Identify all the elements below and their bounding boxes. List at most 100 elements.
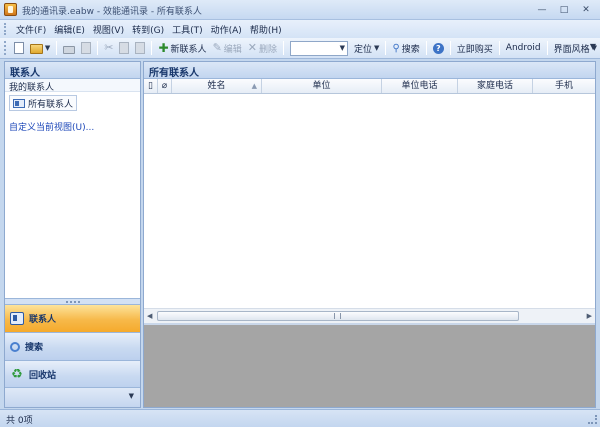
android-button[interactable]: Android — [503, 40, 544, 57]
help-button[interactable]: ? — [430, 40, 447, 57]
menu-grip[interactable] — [4, 23, 7, 35]
menu-goto[interactable]: 转到(G) — [128, 23, 168, 36]
chevron-down-icon[interactable]: ▼ — [340, 44, 345, 52]
close-button[interactable]: ✕ — [576, 2, 596, 17]
print-preview-button[interactable] — [78, 40, 94, 57]
menu-tools[interactable]: 工具(T) — [168, 23, 207, 36]
help-icon: ? — [432, 42, 444, 54]
maximize-button[interactable]: □ — [554, 2, 574, 17]
horizontal-scrollbar[interactable]: ◀ ▶ — [144, 308, 595, 323]
nav-search-button[interactable]: 搜索 — [5, 332, 140, 360]
grid-header: ▯ ⌀ 姓名 ▲ 单位 单位电话 家庭电话 手机 — [144, 79, 595, 94]
status-bar: 共 0项 — [0, 409, 600, 427]
column-name-label: 姓名 — [207, 81, 226, 91]
scroll-left-icon[interactable]: ◀ — [147, 312, 152, 320]
nav-search-label: 搜索 — [25, 343, 44, 353]
print-button[interactable] — [60, 40, 78, 57]
new-contact-label: 新联系人 — [170, 44, 207, 55]
window-title: 我的通讯录.eabw - 效能通讯录 - 所有联系人 — [22, 7, 202, 17]
locate-button[interactable]: 定位 ▼ — [351, 40, 382, 57]
new-contact-button[interactable]: ✚ 新联系人 — [155, 40, 209, 57]
nav-recycle-button[interactable]: ♻ 回收站 — [5, 360, 140, 388]
grip-icon — [65, 300, 80, 303]
open-folder-icon — [29, 44, 43, 54]
column-home-phone-label: 家庭电话 — [476, 81, 513, 91]
contacts-view: 所有联系人 ▯ ⌀ 姓名 ▲ 单位 单位电话 家庭电话 手机 ◀ ▶ — [143, 61, 596, 408]
android-label: Android — [505, 43, 541, 53]
edit-button[interactable]: ✎ 编辑 — [210, 40, 245, 57]
folder-all-contacts-label: 所有联系人 — [28, 99, 74, 110]
search-icon — [10, 341, 20, 352]
my-contacts-section: 我的联系人 — [5, 79, 140, 93]
scrollbar-thumb[interactable] — [157, 311, 519, 321]
toolbar: ▼ ✂ ✚ 新联系人 ✎ 编辑 ✕ 删除 ▼ 定位 ▼ ⚲ 搜索 ? 立即购买 … — [0, 38, 600, 59]
navigation-pane-title: 联系人 — [5, 62, 140, 79]
print-preview-icon — [81, 42, 92, 54]
theme-label: 界面风格 — [553, 44, 590, 55]
minimize-button[interactable]: — — [532, 2, 552, 17]
toolbar-separator — [283, 41, 285, 55]
recycle-icon: ♻ — [11, 367, 23, 382]
search-button[interactable]: ⚲ 搜索 — [389, 40, 422, 57]
preview-pane — [144, 323, 595, 407]
contacts-grid: ▯ ⌀ 姓名 ▲ 单位 单位电话 家庭电话 手机 ◀ ▶ — [144, 79, 595, 323]
paste-icon — [135, 42, 146, 54]
new-file-button[interactable] — [11, 40, 27, 57]
column-work-phone-label: 单位电话 — [401, 81, 438, 91]
column-work-phone-header[interactable]: 单位电话 — [382, 79, 458, 93]
menu-bar: 文件(F) 编辑(E) 视图(V) 转到(G) 工具(T) 动作(A) 帮助(H… — [0, 20, 600, 38]
menu-help[interactable]: 帮助(H) — [246, 23, 286, 36]
nav-recycle-label: 回收站 — [29, 371, 57, 381]
chevron-down-icon: ▼ — [374, 44, 380, 52]
navigation-pane: 联系人 我的联系人 所有联系人 自定义当前视图(U)... 联系人 搜索 ♻ 回… — [4, 61, 141, 408]
column-attachment-header[interactable]: ⌀ — [158, 79, 172, 93]
menu-edit[interactable]: 编辑(E) — [50, 23, 89, 36]
toolbar-separator — [449, 41, 451, 55]
contact-card-icon — [13, 98, 25, 108]
nav-options-bar[interactable]: ▼ — [5, 387, 140, 407]
buy-now-label: 立即购买 — [456, 44, 493, 55]
toolbar-grip[interactable] — [4, 41, 7, 55]
nav-contacts-button[interactable]: 联系人 — [5, 304, 140, 332]
open-file-button[interactable]: ▼ — [27, 40, 53, 57]
toolbar-separator — [385, 41, 387, 55]
toolbar-overflow-icon[interactable]: ▼ — [590, 42, 596, 51]
column-company-header[interactable]: 单位 — [262, 79, 382, 93]
search-label: 搜索 — [401, 44, 420, 55]
search-input[interactable]: ▼ — [290, 40, 349, 56]
new-document-icon — [13, 42, 24, 54]
column-name-header[interactable]: 姓名 ▲ — [172, 79, 262, 93]
edit-label: 编辑 — [223, 44, 242, 55]
scroll-right-icon[interactable]: ▶ — [587, 312, 592, 320]
customize-view-link[interactable]: 自定义当前视图(U)... — [9, 120, 94, 133]
copy-button[interactable] — [116, 40, 132, 57]
column-home-phone-header[interactable]: 家庭电话 — [458, 79, 533, 93]
locate-label: 定位 — [354, 44, 373, 55]
grip-icon — [334, 313, 341, 319]
menu-actions[interactable]: 动作(A) — [207, 23, 246, 36]
folder-all-contacts[interactable]: 所有联系人 — [9, 95, 78, 111]
toolbar-separator — [56, 41, 58, 55]
cut-icon: ✂ — [104, 41, 114, 54]
contacts-icon — [10, 312, 24, 325]
column-icon-header[interactable]: ▯ — [144, 79, 158, 93]
chevron-down-icon: ▼ — [128, 392, 134, 400]
column-mobile-header[interactable]: 手机 — [533, 79, 595, 93]
buy-now-button[interactable]: 立即购买 — [454, 40, 496, 57]
paste-button[interactable] — [132, 40, 148, 57]
delete-button[interactable]: ✕ 删除 — [245, 40, 280, 57]
resize-grip-icon[interactable] — [588, 415, 597, 424]
toolbar-separator — [498, 41, 500, 55]
toolbar-separator — [151, 41, 153, 55]
menu-view[interactable]: 视图(V) — [89, 23, 128, 36]
sort-ascending-icon: ▲ — [251, 82, 257, 90]
column-mobile-label: 手机 — [554, 81, 573, 91]
toolbar-separator — [546, 41, 548, 55]
menu-file[interactable]: 文件(F) — [12, 23, 50, 36]
copy-icon — [119, 42, 130, 54]
grid-body[interactable] — [144, 94, 595, 308]
status-text: 共 0项 — [6, 416, 33, 426]
cut-button[interactable]: ✂ — [101, 40, 116, 57]
toolbar-separator — [425, 41, 427, 55]
window-controls: — □ ✕ — [532, 2, 596, 17]
